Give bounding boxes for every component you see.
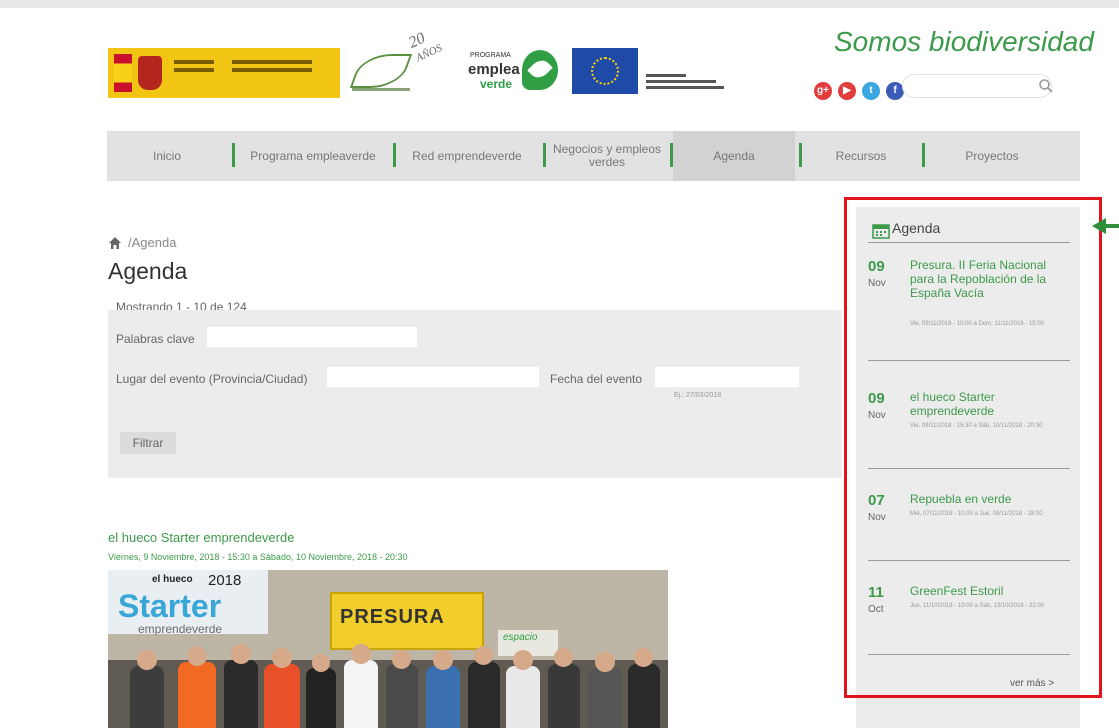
emplea-verde-logo[interactable]: PROGRAMA emplea verde	[466, 44, 562, 102]
event-title-link[interactable]: el hueco Starter emprendeverde	[108, 530, 294, 545]
emplea-program-label: PROGRAMA	[470, 52, 511, 59]
place-input[interactable]	[326, 366, 540, 388]
person-figure	[468, 662, 500, 728]
person-figure	[548, 664, 580, 728]
eu-flag-logo[interactable]	[572, 48, 638, 94]
breadcrumb: /Agenda	[108, 235, 176, 250]
date-input[interactable]	[654, 366, 800, 388]
nav-separator	[393, 143, 396, 167]
person-figure	[306, 668, 336, 728]
nav-item-label: Inicio	[152, 148, 181, 163]
filter-button[interactable]: Filtrar	[120, 432, 176, 454]
poster-emprende: emprendeverde	[138, 622, 223, 636]
ministry-logo-subtext	[232, 60, 312, 64]
nav-item-label: Programa empleaverde	[250, 148, 376, 163]
nav-item-negocios[interactable]: Negocios y empleos verdes	[547, 131, 667, 181]
search-input[interactable]	[902, 74, 1052, 98]
keywords-label: Palabras clave	[116, 332, 195, 346]
coat-of-arms-icon	[138, 56, 162, 90]
home-icon[interactable]	[108, 236, 122, 250]
eu-stars-icon	[591, 57, 619, 85]
person-head	[554, 648, 573, 667]
leaf-logo-icon	[349, 54, 413, 88]
ministry-logo[interactable]	[108, 48, 340, 98]
person-head	[137, 650, 157, 670]
breadcrumb-current: /Agenda	[128, 235, 177, 250]
nav-separator	[232, 143, 235, 167]
person-figure	[130, 666, 164, 728]
nav-item-proyectos[interactable]: Proyectos	[927, 131, 1057, 181]
nav-item-label: Proyectos	[965, 148, 1019, 163]
sign-text: espacio	[503, 632, 538, 643]
date-hint: Ej.: 27/03/2018	[674, 392, 722, 399]
person-head	[351, 644, 371, 664]
banner-text: PRESURA	[340, 606, 445, 628]
nav-item-label: Negocios y empleos verdes	[552, 142, 662, 169]
arrow-pointer-icon	[1092, 218, 1119, 234]
person-head	[312, 654, 330, 672]
person-head	[433, 650, 453, 670]
person-head	[187, 646, 207, 666]
person-figure	[506, 666, 540, 728]
nav-separator	[543, 143, 546, 167]
poster-brand: el hueco	[152, 574, 193, 585]
nav-item-label: Agenda	[713, 148, 755, 163]
top-border	[0, 0, 1119, 8]
nav-separator	[799, 143, 802, 167]
google-plus-icon[interactable]: g+	[814, 82, 832, 100]
person-figure	[588, 668, 622, 728]
nav-item-programa[interactable]: Programa empleaverde	[237, 131, 389, 181]
site-tagline: Somos biodiversidad	[834, 26, 1094, 57]
verde-word: verde	[480, 77, 513, 91]
spain-flag-icon	[114, 54, 132, 92]
date-label: Fecha del evento	[550, 372, 643, 386]
twitter-icon[interactable]: t	[862, 82, 880, 100]
person-head	[474, 646, 493, 665]
green-leaf-icon	[522, 50, 558, 90]
keywords-input[interactable]	[206, 326, 418, 348]
person-figure	[426, 666, 460, 728]
filter-panel: Palabras clave Lugar del evento (Provinc…	[108, 310, 842, 478]
person-figure	[178, 662, 216, 728]
person-figure	[224, 660, 258, 728]
fundacion-biodiversidad-logo[interactable]	[349, 46, 413, 98]
fundacion-logo-text	[352, 88, 410, 91]
person-figure	[628, 664, 660, 728]
nav-item-label: Red emprendeverde	[412, 148, 522, 163]
person-head	[634, 648, 653, 667]
eu-fund-text	[646, 74, 726, 92]
person-head	[272, 648, 292, 668]
person-head	[231, 644, 251, 664]
nav-item-red[interactable]: Red emprendeverde	[397, 131, 537, 181]
youtube-icon[interactable]: ▶	[838, 82, 856, 100]
person-figure	[264, 664, 300, 728]
event-date: Viernes, 9 Noviembre, 2018 - 15:30 a Sáb…	[108, 552, 408, 562]
page-title: Agenda	[108, 258, 188, 284]
person-head	[392, 650, 411, 669]
person-head	[595, 652, 615, 672]
person-head	[513, 650, 533, 670]
nav-item-agenda[interactable]: Agenda	[673, 131, 795, 181]
nav-separator	[922, 143, 925, 167]
event-photo[interactable]: el hueco 2018 Starter emprendeverde PRES…	[108, 570, 668, 728]
nav-item-label: Recursos	[835, 148, 887, 163]
ministry-logo-text	[174, 60, 214, 64]
main-navigation: Inicio Programa empleaverde Red emprende…	[107, 131, 1080, 181]
poster-year: 2018	[208, 572, 242, 589]
search-icon[interactable]	[1038, 78, 1054, 94]
place-label: Lugar del evento (Provincia/Ciudad)	[116, 372, 308, 386]
poster-starter: Starter	[118, 588, 222, 624]
nav-item-inicio[interactable]: Inicio	[107, 131, 227, 181]
emplea-word: emplea	[468, 61, 520, 78]
highlight-frame	[844, 197, 1102, 698]
nav-item-recursos[interactable]: Recursos	[803, 131, 919, 181]
person-figure	[386, 664, 418, 728]
person-figure	[344, 660, 378, 728]
